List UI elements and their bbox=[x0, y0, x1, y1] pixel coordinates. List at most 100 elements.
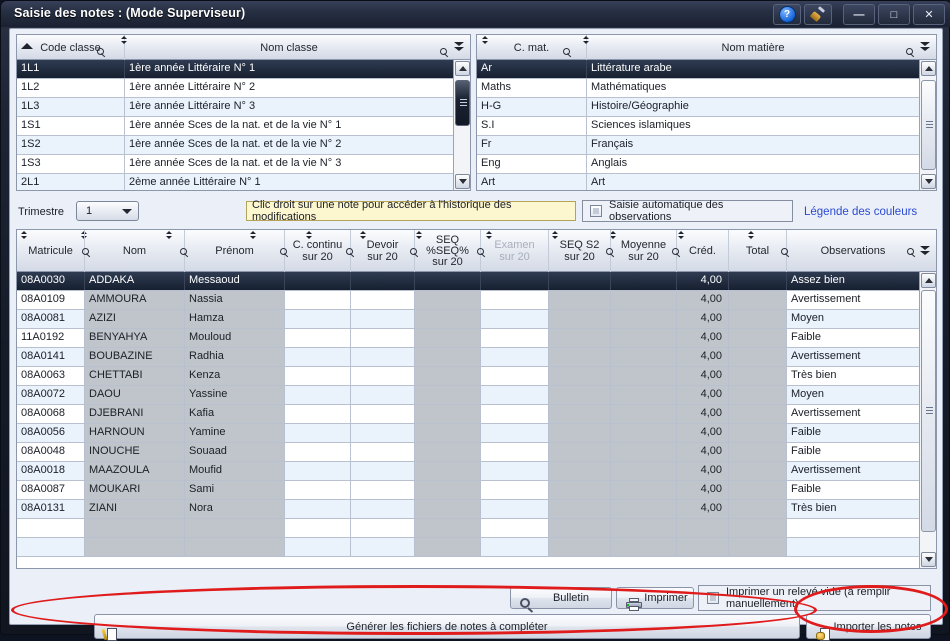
notes-scroll-down-button[interactable] bbox=[921, 552, 936, 567]
brush-button[interactable] bbox=[804, 4, 832, 25]
cell-observations[interactable]: Moyen bbox=[787, 310, 919, 328]
cell-devoir[interactable] bbox=[351, 405, 415, 423]
cell-examen[interactable] bbox=[481, 386, 549, 404]
releve-vide-checkbox[interactable] bbox=[707, 592, 719, 604]
cell-nom[interactable]: AZIZI bbox=[85, 310, 185, 328]
class-list-item-row[interactable]: 1S21ère année Sces de la nat. et de la v… bbox=[17, 136, 453, 155]
cell-devoir[interactable] bbox=[351, 310, 415, 328]
class-expand-icon[interactable] bbox=[454, 41, 466, 54]
subject-list-item-row[interactable]: MathsMathématiques bbox=[477, 79, 919, 98]
notes-grid-row[interactable]: 08A0063CHETTABIKenza4,00Très bien bbox=[17, 367, 919, 386]
cell-devoir[interactable] bbox=[351, 272, 415, 290]
cell-devoir[interactable] bbox=[351, 443, 415, 461]
cell-examen[interactable] bbox=[481, 462, 549, 480]
class-scroll-thumb[interactable] bbox=[455, 80, 470, 126]
cell-devoir[interactable] bbox=[351, 367, 415, 385]
cell-prenom[interactable] bbox=[185, 519, 285, 537]
cell-prenom[interactable]: Moufid bbox=[185, 462, 285, 480]
notes-col-observations[interactable]: Observations bbox=[787, 230, 919, 272]
class-list-item-row[interactable]: 1S31ère année Sces de la nat. et de la v… bbox=[17, 155, 453, 174]
notes-col-nom[interactable]: Nom bbox=[85, 230, 185, 272]
cell-prenom[interactable]: Nora bbox=[185, 500, 285, 518]
cell-c-continu[interactable] bbox=[285, 500, 351, 518]
notes-grid-row[interactable]: 08A0141BOUBAZINERadhia4,00Avertissement bbox=[17, 348, 919, 367]
notes-col-matricule[interactable]: Matricule bbox=[17, 230, 85, 272]
subject-list-item-row[interactable]: ArtArt bbox=[477, 174, 919, 190]
notes-grid-row[interactable]: 11A0192BENYAHYAMouloud4,00Faible bbox=[17, 329, 919, 348]
cell-examen[interactable] bbox=[481, 424, 549, 442]
cell-c-continu[interactable] bbox=[285, 443, 351, 461]
cell-matricule[interactable]: 11A0192 bbox=[17, 329, 85, 347]
cell-prenom[interactable]: Yamine bbox=[185, 424, 285, 442]
cell-matricule[interactable]: 08A0087 bbox=[17, 481, 85, 499]
notes-col-devoir[interactable]: Devoir sur 20 bbox=[351, 230, 415, 272]
cell-nom[interactable] bbox=[85, 538, 185, 556]
cell-c-continu[interactable] bbox=[285, 291, 351, 309]
subject-table-scrollbar[interactable] bbox=[919, 60, 936, 190]
notes-scroll-up-button[interactable] bbox=[921, 273, 936, 288]
class-list-item-row[interactable]: 1S11ère année Sces de la nat. et de la v… bbox=[17, 117, 453, 136]
cell-devoir[interactable] bbox=[351, 538, 415, 556]
class-scroll-up-button[interactable] bbox=[455, 61, 470, 76]
cell-observations[interactable]: Avertissement bbox=[787, 291, 919, 309]
cell-prenom[interactable]: Nassia bbox=[185, 291, 285, 309]
cell-nom[interactable] bbox=[85, 519, 185, 537]
cell-c-continu[interactable] bbox=[285, 272, 351, 290]
cell-observations[interactable]: Faible bbox=[787, 424, 919, 442]
cell-examen[interactable] bbox=[481, 367, 549, 385]
notes-grid-row[interactable]: 08A0072DAOUYassine4,00Moyen bbox=[17, 386, 919, 405]
cell-examen[interactable] bbox=[481, 443, 549, 461]
cell-devoir[interactable] bbox=[351, 481, 415, 499]
notes-col-cred[interactable]: Créd. bbox=[677, 230, 729, 272]
generer-fichiers-button[interactable]: Générer les fichiers de notes à compléte… bbox=[94, 614, 800, 639]
subject-code-search-icon[interactable] bbox=[563, 48, 573, 58]
notes-grid-row[interactable] bbox=[17, 538, 919, 557]
cell-observations[interactable]: Très bien bbox=[787, 367, 919, 385]
cell-prenom[interactable]: Kafia bbox=[185, 405, 285, 423]
subject-scroll-thumb[interactable] bbox=[921, 80, 936, 170]
subject-col-name[interactable]: Nom matière bbox=[587, 35, 919, 60]
class-code-search-icon[interactable] bbox=[97, 48, 107, 58]
cell-observations[interactable]: Avertissement bbox=[787, 405, 919, 423]
cell-prenom[interactable]: Mouloud bbox=[185, 329, 285, 347]
subject-name-search-icon[interactable] bbox=[906, 48, 916, 58]
importer-notes-button[interactable]: Importer les notes bbox=[806, 614, 931, 639]
cell-nom[interactable]: CHETTABI bbox=[85, 367, 185, 385]
cell-prenom[interactable]: Radhia bbox=[185, 348, 285, 366]
cell-prenom[interactable]: Messaoud bbox=[185, 272, 285, 290]
imprimer-button[interactable]: Imprimer bbox=[616, 587, 694, 609]
cell-examen[interactable] bbox=[481, 538, 549, 556]
cell-matricule[interactable]: 08A0141 bbox=[17, 348, 85, 366]
notes-scroll-thumb[interactable] bbox=[921, 290, 936, 532]
cell-examen[interactable] bbox=[481, 329, 549, 347]
cell-c-continu[interactable] bbox=[285, 462, 351, 480]
cell-observations[interactable]: Faible bbox=[787, 481, 919, 499]
subject-scroll-down-button[interactable] bbox=[921, 174, 936, 189]
notes-grid-row[interactable]: 08A0081AZIZIHamza4,00Moyen bbox=[17, 310, 919, 329]
cell-matricule[interactable]: 08A0018 bbox=[17, 462, 85, 480]
cell-c-continu[interactable] bbox=[285, 405, 351, 423]
cell-prenom[interactable]: Souaad bbox=[185, 443, 285, 461]
notes-grid-row[interactable]: 08A0056HARNOUNYamine4,00Faible bbox=[17, 424, 919, 443]
class-list-item-row[interactable]: 2L12ème année Littéraire N° 1 bbox=[17, 174, 453, 190]
cell-matricule[interactable]: 08A0063 bbox=[17, 367, 85, 385]
notes-col-moyenne[interactable]: Moyenne sur 20 bbox=[611, 230, 677, 272]
cell-matricule[interactable] bbox=[17, 519, 85, 537]
notes-col-seqs2[interactable]: SEQ S2 sur 20 bbox=[549, 230, 611, 272]
cell-prenom[interactable]: Kenza bbox=[185, 367, 285, 385]
class-name-search-icon[interactable] bbox=[440, 48, 450, 58]
notes-grid-scrollbar[interactable] bbox=[919, 272, 936, 568]
cell-matricule[interactable]: 08A0131 bbox=[17, 500, 85, 518]
notes-grid-row[interactable] bbox=[17, 519, 919, 538]
cell-observations[interactable]: Avertissement bbox=[787, 462, 919, 480]
subject-expand-icon[interactable] bbox=[920, 41, 932, 54]
notes-grid-row[interactable]: 08A0048INOUCHESouaad4,00Faible bbox=[17, 443, 919, 462]
cell-matricule[interactable]: 08A0048 bbox=[17, 443, 85, 461]
cell-c-continu[interactable] bbox=[285, 367, 351, 385]
cell-matricule[interactable] bbox=[17, 538, 85, 556]
class-scroll-down-button[interactable] bbox=[455, 174, 470, 189]
legend-link[interactable]: Légende des couleurs bbox=[804, 206, 917, 218]
cell-c-continu[interactable] bbox=[285, 348, 351, 366]
cell-observations[interactable]: Moyen bbox=[787, 386, 919, 404]
cell-observations[interactable]: Faible bbox=[787, 329, 919, 347]
